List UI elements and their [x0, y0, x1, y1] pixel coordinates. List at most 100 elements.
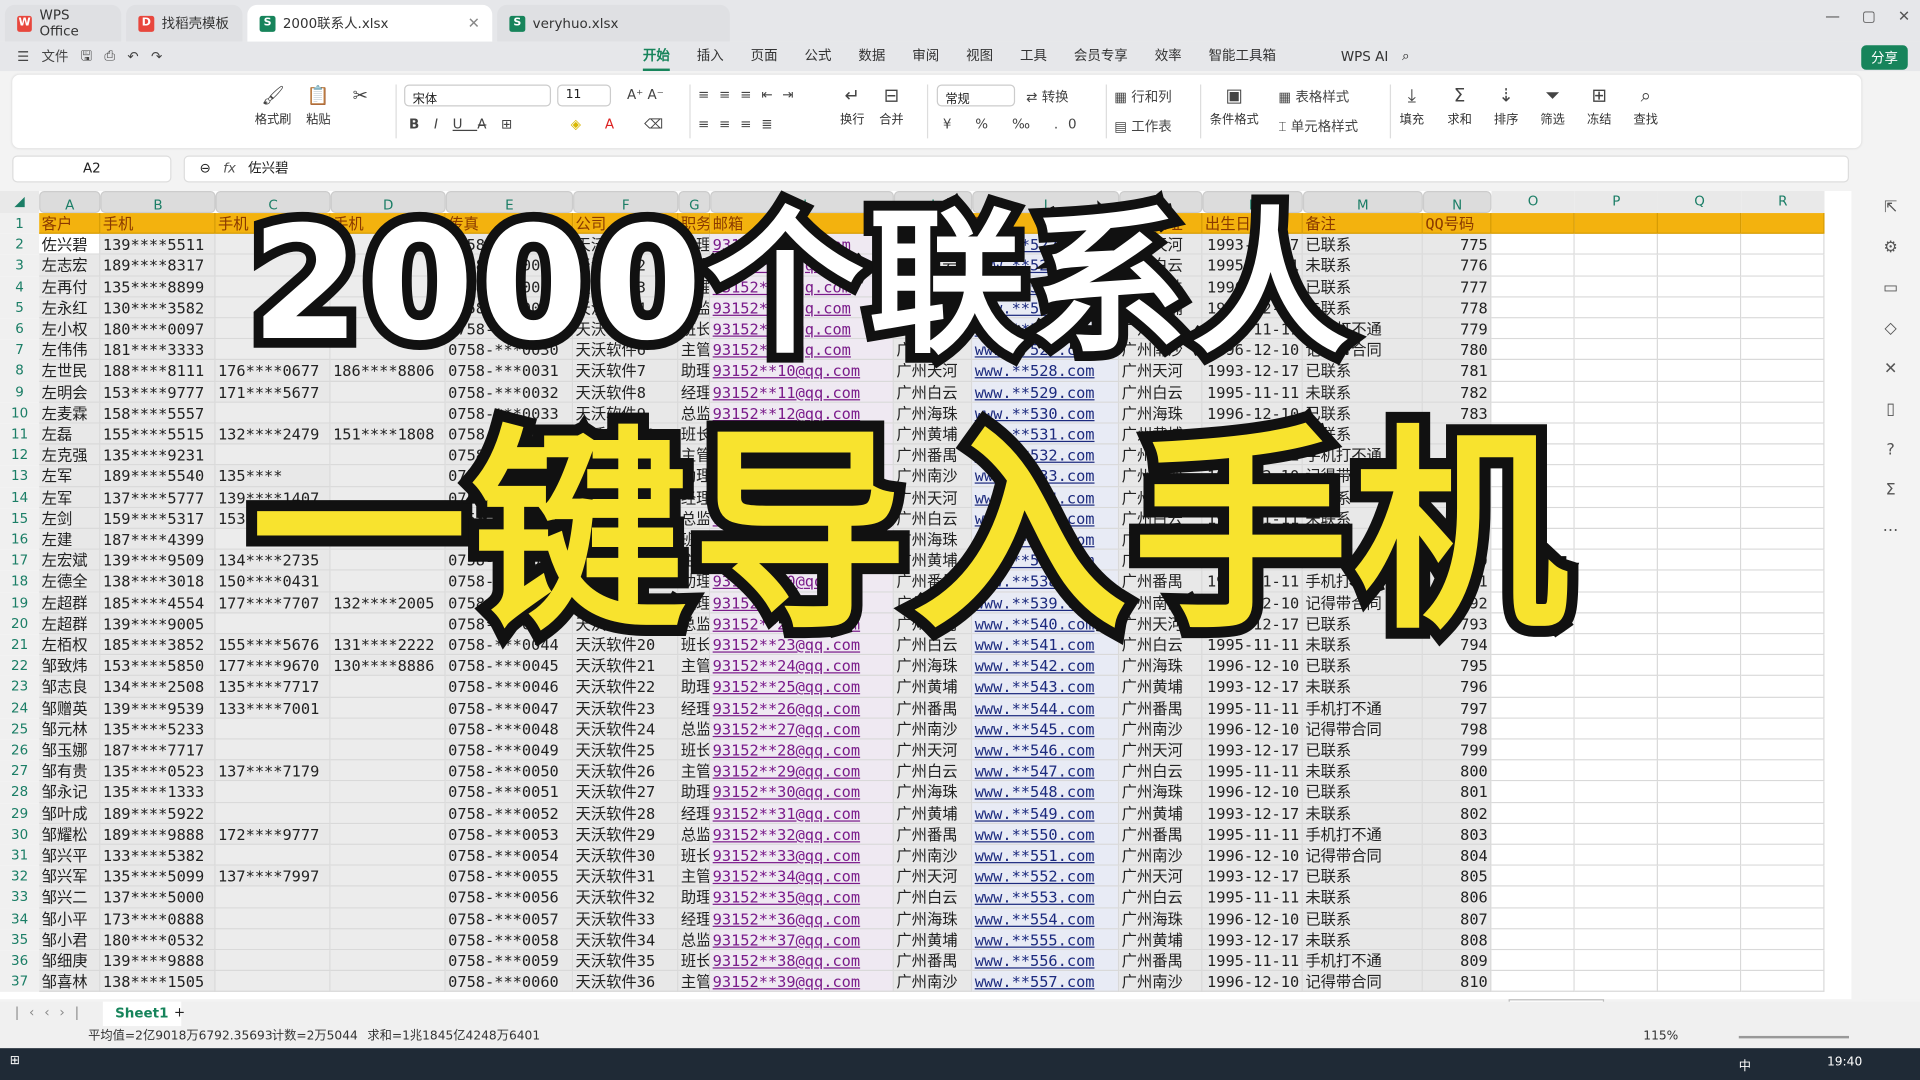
cell[interactable]: 0758-***0037	[445, 486, 574, 508]
cell[interactable]: 公司	[573, 213, 679, 235]
zoom-icon[interactable]: ⊖	[200, 160, 211, 176]
cell[interactable]: 广州海珠	[1119, 908, 1203, 930]
cell[interactable]	[1574, 929, 1658, 951]
cell[interactable]	[330, 908, 446, 930]
cell[interactable]	[1657, 802, 1742, 824]
cell[interactable]: 0758-***0041	[445, 571, 574, 593]
cell[interactable]	[1741, 339, 1825, 361]
row-header[interactable]: 31	[0, 844, 40, 866]
ribbon-tab[interactable]: 插入	[683, 42, 737, 71]
cell[interactable]	[1491, 255, 1575, 277]
ribbon-tab[interactable]: 视图	[953, 42, 1007, 71]
cell[interactable]: 1995-11-11	[1202, 255, 1303, 277]
row-header[interactable]: 8	[0, 360, 40, 382]
cell[interactable]: 93152**12@qq.com	[710, 402, 894, 424]
cell[interactable]: www.**527.com	[972, 339, 1120, 361]
cell[interactable]: 1995-11-11	[1202, 760, 1303, 782]
cell[interactable]: 天沃软件26	[573, 760, 679, 782]
undo-icon[interactable]: ↶	[127, 48, 138, 64]
cell[interactable]: 804	[1422, 844, 1492, 866]
ribbon-tab[interactable]: 页面	[737, 42, 791, 71]
cell[interactable]	[1574, 571, 1658, 593]
cell[interactable]	[1741, 950, 1825, 972]
cell[interactable]: 邹细庚	[39, 950, 101, 972]
cell[interactable]	[1657, 465, 1742, 487]
ribbon-tab[interactable]: 开始	[629, 42, 683, 72]
cell[interactable]: 134****2735	[215, 550, 331, 572]
cell[interactable]: 93152**39@qq.com	[710, 971, 894, 993]
cell[interactable]: 主管	[678, 760, 711, 782]
cell[interactable]: 93152**30@qq.com	[710, 781, 894, 803]
cell[interactable]: 806	[1422, 887, 1492, 909]
cell[interactable]: 780	[1422, 339, 1492, 361]
cell[interactable]	[330, 950, 446, 972]
cell[interactable]: 记得带合同	[1302, 339, 1423, 361]
cell[interactable]: 广州天河	[1119, 486, 1203, 508]
cell[interactable]	[1574, 655, 1658, 677]
row-header[interactable]: 21	[0, 634, 40, 656]
cell[interactable]	[1657, 697, 1742, 719]
cell[interactable]	[330, 676, 446, 698]
cell[interactable]: 779	[1422, 318, 1492, 340]
cell[interactable]	[215, 318, 331, 340]
cell[interactable]: 总监	[678, 823, 711, 845]
cell[interactable]: www.**547.com	[972, 760, 1120, 782]
cell[interactable]: 173****0888	[100, 908, 216, 930]
cell[interactable]: 93152**22@qq.com	[710, 613, 894, 635]
window-tab[interactable]: W WPS Office	[4, 4, 122, 42]
cell[interactable]: 186****8806	[330, 360, 446, 382]
cell[interactable]: 左剑	[39, 507, 101, 529]
cell[interactable]: 159****5317	[100, 507, 216, 529]
cell[interactable]: 广州黄埔	[893, 297, 973, 319]
cell[interactable]	[1574, 360, 1658, 382]
cell[interactable]	[1741, 823, 1825, 845]
cell[interactable]	[1491, 486, 1575, 508]
cell[interactable]: 职务	[678, 213, 711, 235]
cell[interactable]: 经理	[678, 486, 711, 508]
cell[interactable]: 左军	[39, 465, 101, 487]
cell[interactable]: 左克强	[39, 444, 101, 466]
cell[interactable]: 783	[1422, 402, 1492, 424]
font-select[interactable]: 宋体	[404, 84, 552, 107]
cell[interactable]	[330, 297, 446, 319]
cell[interactable]: 0758-***0052	[445, 802, 574, 824]
cell[interactable]: 132****2479	[215, 423, 331, 445]
formula-input[interactable]: ⊖ fx 佐兴碧	[183, 155, 1849, 183]
cell[interactable]	[330, 234, 446, 256]
cell[interactable]: 132****2005	[330, 592, 446, 614]
cell[interactable]: 93152**15@qq.com	[710, 465, 894, 487]
cell[interactable]: 主管	[678, 444, 711, 466]
row-header[interactable]: 16	[0, 528, 40, 551]
cell[interactable]	[1574, 381, 1658, 403]
cell[interactable]	[330, 339, 446, 361]
row-header[interactable]: 19	[0, 592, 40, 614]
cell[interactable]: 181****3333	[100, 339, 216, 361]
fill-color-icon[interactable]: ◈	[571, 116, 581, 132]
cell[interactable]	[1657, 613, 1742, 635]
cell[interactable]: 未联系	[1302, 802, 1423, 824]
font-grow-icon[interactable]: A⁺ A⁻	[627, 87, 664, 103]
cell[interactable]: 左宏斌	[39, 550, 101, 572]
cell[interactable]: 天沃软件36	[573, 971, 679, 993]
cell[interactable]: 广州黄埔	[893, 929, 973, 951]
book-icon[interactable]: ▯	[1886, 400, 1895, 418]
cell[interactable]: 782	[1422, 381, 1492, 403]
cell[interactable]	[1657, 297, 1742, 319]
cell[interactable]	[1491, 213, 1575, 235]
cell[interactable]: 93152**35@qq.com	[710, 887, 894, 909]
fill-button[interactable]: ⤓ 填充	[1400, 84, 1424, 127]
cell-style-button[interactable]: ⌶ 单元格样式	[1278, 116, 1358, 136]
cell[interactable]: 未联系	[1302, 550, 1423, 572]
row-header[interactable]: 11	[0, 423, 40, 445]
cell[interactable]	[1657, 402, 1742, 424]
cell[interactable]: 左明会	[39, 381, 101, 403]
cell[interactable]: 经理	[678, 592, 711, 614]
cell[interactable]: 793	[1422, 613, 1492, 635]
cell[interactable]: 135****9231	[100, 444, 216, 466]
cell[interactable]: 广州番禺	[893, 571, 973, 593]
cell[interactable]	[1657, 592, 1742, 614]
ribbon-tab[interactable]: 审阅	[899, 42, 953, 71]
cell[interactable]	[1657, 234, 1742, 256]
cell[interactable]: 广州海珠	[893, 655, 973, 677]
cell[interactable]	[1491, 592, 1575, 614]
